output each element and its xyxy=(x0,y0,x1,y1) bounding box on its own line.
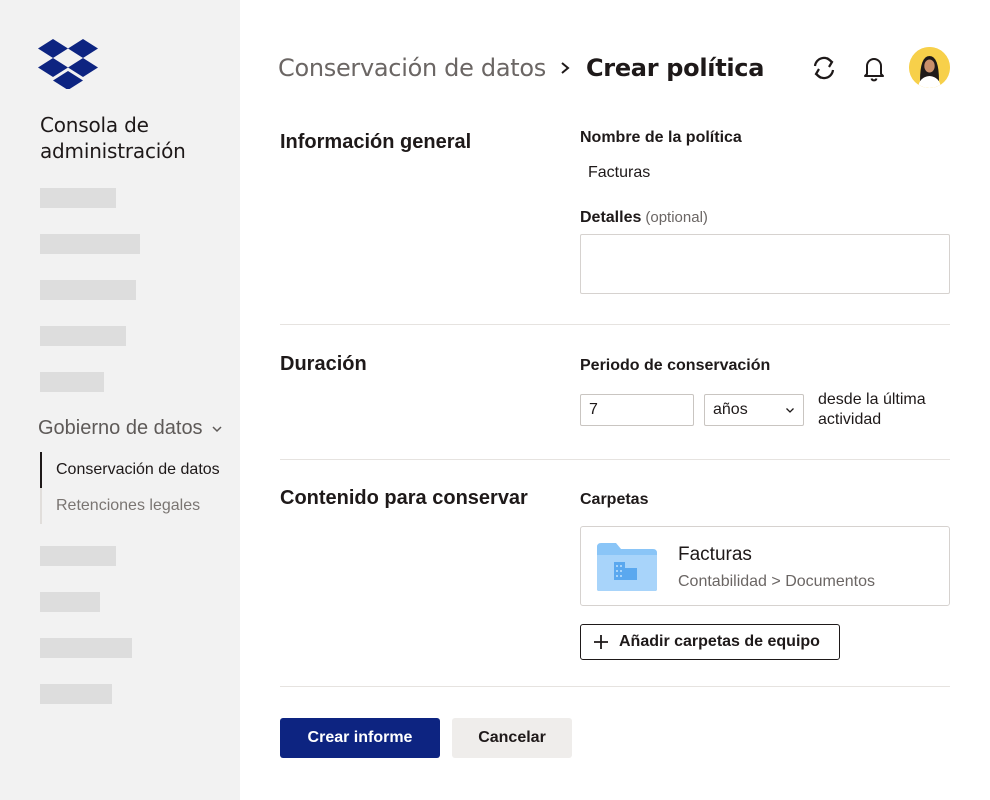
section-divider xyxy=(280,459,950,460)
details-label: Detalles (optional) xyxy=(580,209,708,227)
section-title-general: Información general xyxy=(280,131,472,153)
console-title: Consola de administración xyxy=(40,113,186,163)
retention-unit-select[interactable]: años xyxy=(704,394,804,426)
user-avatar-icon xyxy=(909,47,950,88)
nav-placeholder xyxy=(40,280,136,300)
since-last-activity-text: desde la última actividad xyxy=(818,391,926,428)
dropbox-logo[interactable] xyxy=(38,39,98,89)
folder-name: Facturas xyxy=(678,544,752,565)
add-team-folders-label: Añadir carpetas de equipo xyxy=(619,633,820,650)
nav-placeholder xyxy=(40,638,132,658)
details-textarea[interactable] xyxy=(580,234,950,294)
section-divider xyxy=(280,686,950,687)
folders-label: Carpetas xyxy=(580,491,649,508)
breadcrumb-parent[interactable]: Conservación de datos xyxy=(278,54,546,82)
page-title: Crear política xyxy=(585,54,765,82)
policy-name-field[interactable]: Facturas xyxy=(588,164,650,182)
retention-period-label: Periodo de conservación xyxy=(580,357,771,374)
create-report-button[interactable]: Crear informe xyxy=(280,718,440,758)
sidebar: Consola de administración Gobierno de da… xyxy=(0,0,240,800)
chevron-down-icon xyxy=(786,408,794,413)
bell-icon[interactable] xyxy=(859,53,889,83)
nav-placeholder xyxy=(40,188,116,208)
retention-period-input[interactable]: 7 xyxy=(580,394,694,426)
sidebar-item-data-retention[interactable]: Conservación de datos xyxy=(40,452,230,488)
optional-hint: (optional) xyxy=(645,209,708,226)
nav-placeholder xyxy=(40,592,100,612)
folder-card[interactable]: Facturas Contabilidad > Documentos xyxy=(580,526,950,606)
nav-placeholder xyxy=(40,234,140,254)
sidebar-item-legal-holds[interactable]: Retenciones legales xyxy=(40,488,230,524)
team-folder-icon xyxy=(597,543,657,591)
chevron-right-icon xyxy=(561,62,570,74)
cancel-button[interactable]: Cancelar xyxy=(452,718,572,758)
section-title-content: Contenido para conservar xyxy=(280,487,528,509)
sidebar-item-label: Conservación de datos xyxy=(56,461,220,478)
folder-path: Contabilidad > Documentos xyxy=(678,573,876,590)
section-divider xyxy=(280,324,950,325)
details-label-text: Detalles xyxy=(580,209,642,226)
sync-icon[interactable] xyxy=(809,53,839,83)
nav-placeholder xyxy=(40,546,116,566)
nav-placeholder xyxy=(40,326,126,346)
nav-group-data-governance[interactable]: Gobierno de datos xyxy=(38,417,223,440)
sidebar-item-label: Retenciones legales xyxy=(56,497,201,514)
add-team-folders-button[interactable]: Añadir carpetas de equipo xyxy=(580,624,840,660)
plus-icon xyxy=(594,635,608,649)
chevron-down-icon xyxy=(212,425,222,432)
nav-group-label: Gobierno de datos xyxy=(38,417,203,439)
nav-placeholder xyxy=(40,372,104,392)
avatar[interactable] xyxy=(909,47,950,88)
policy-name-label: Nombre de la política xyxy=(580,129,742,146)
breadcrumb: Conservación de datos Crear política xyxy=(278,48,764,88)
retention-unit-value: años xyxy=(713,401,748,418)
section-title-duration: Duración xyxy=(280,353,367,375)
nav-placeholder xyxy=(40,684,112,704)
